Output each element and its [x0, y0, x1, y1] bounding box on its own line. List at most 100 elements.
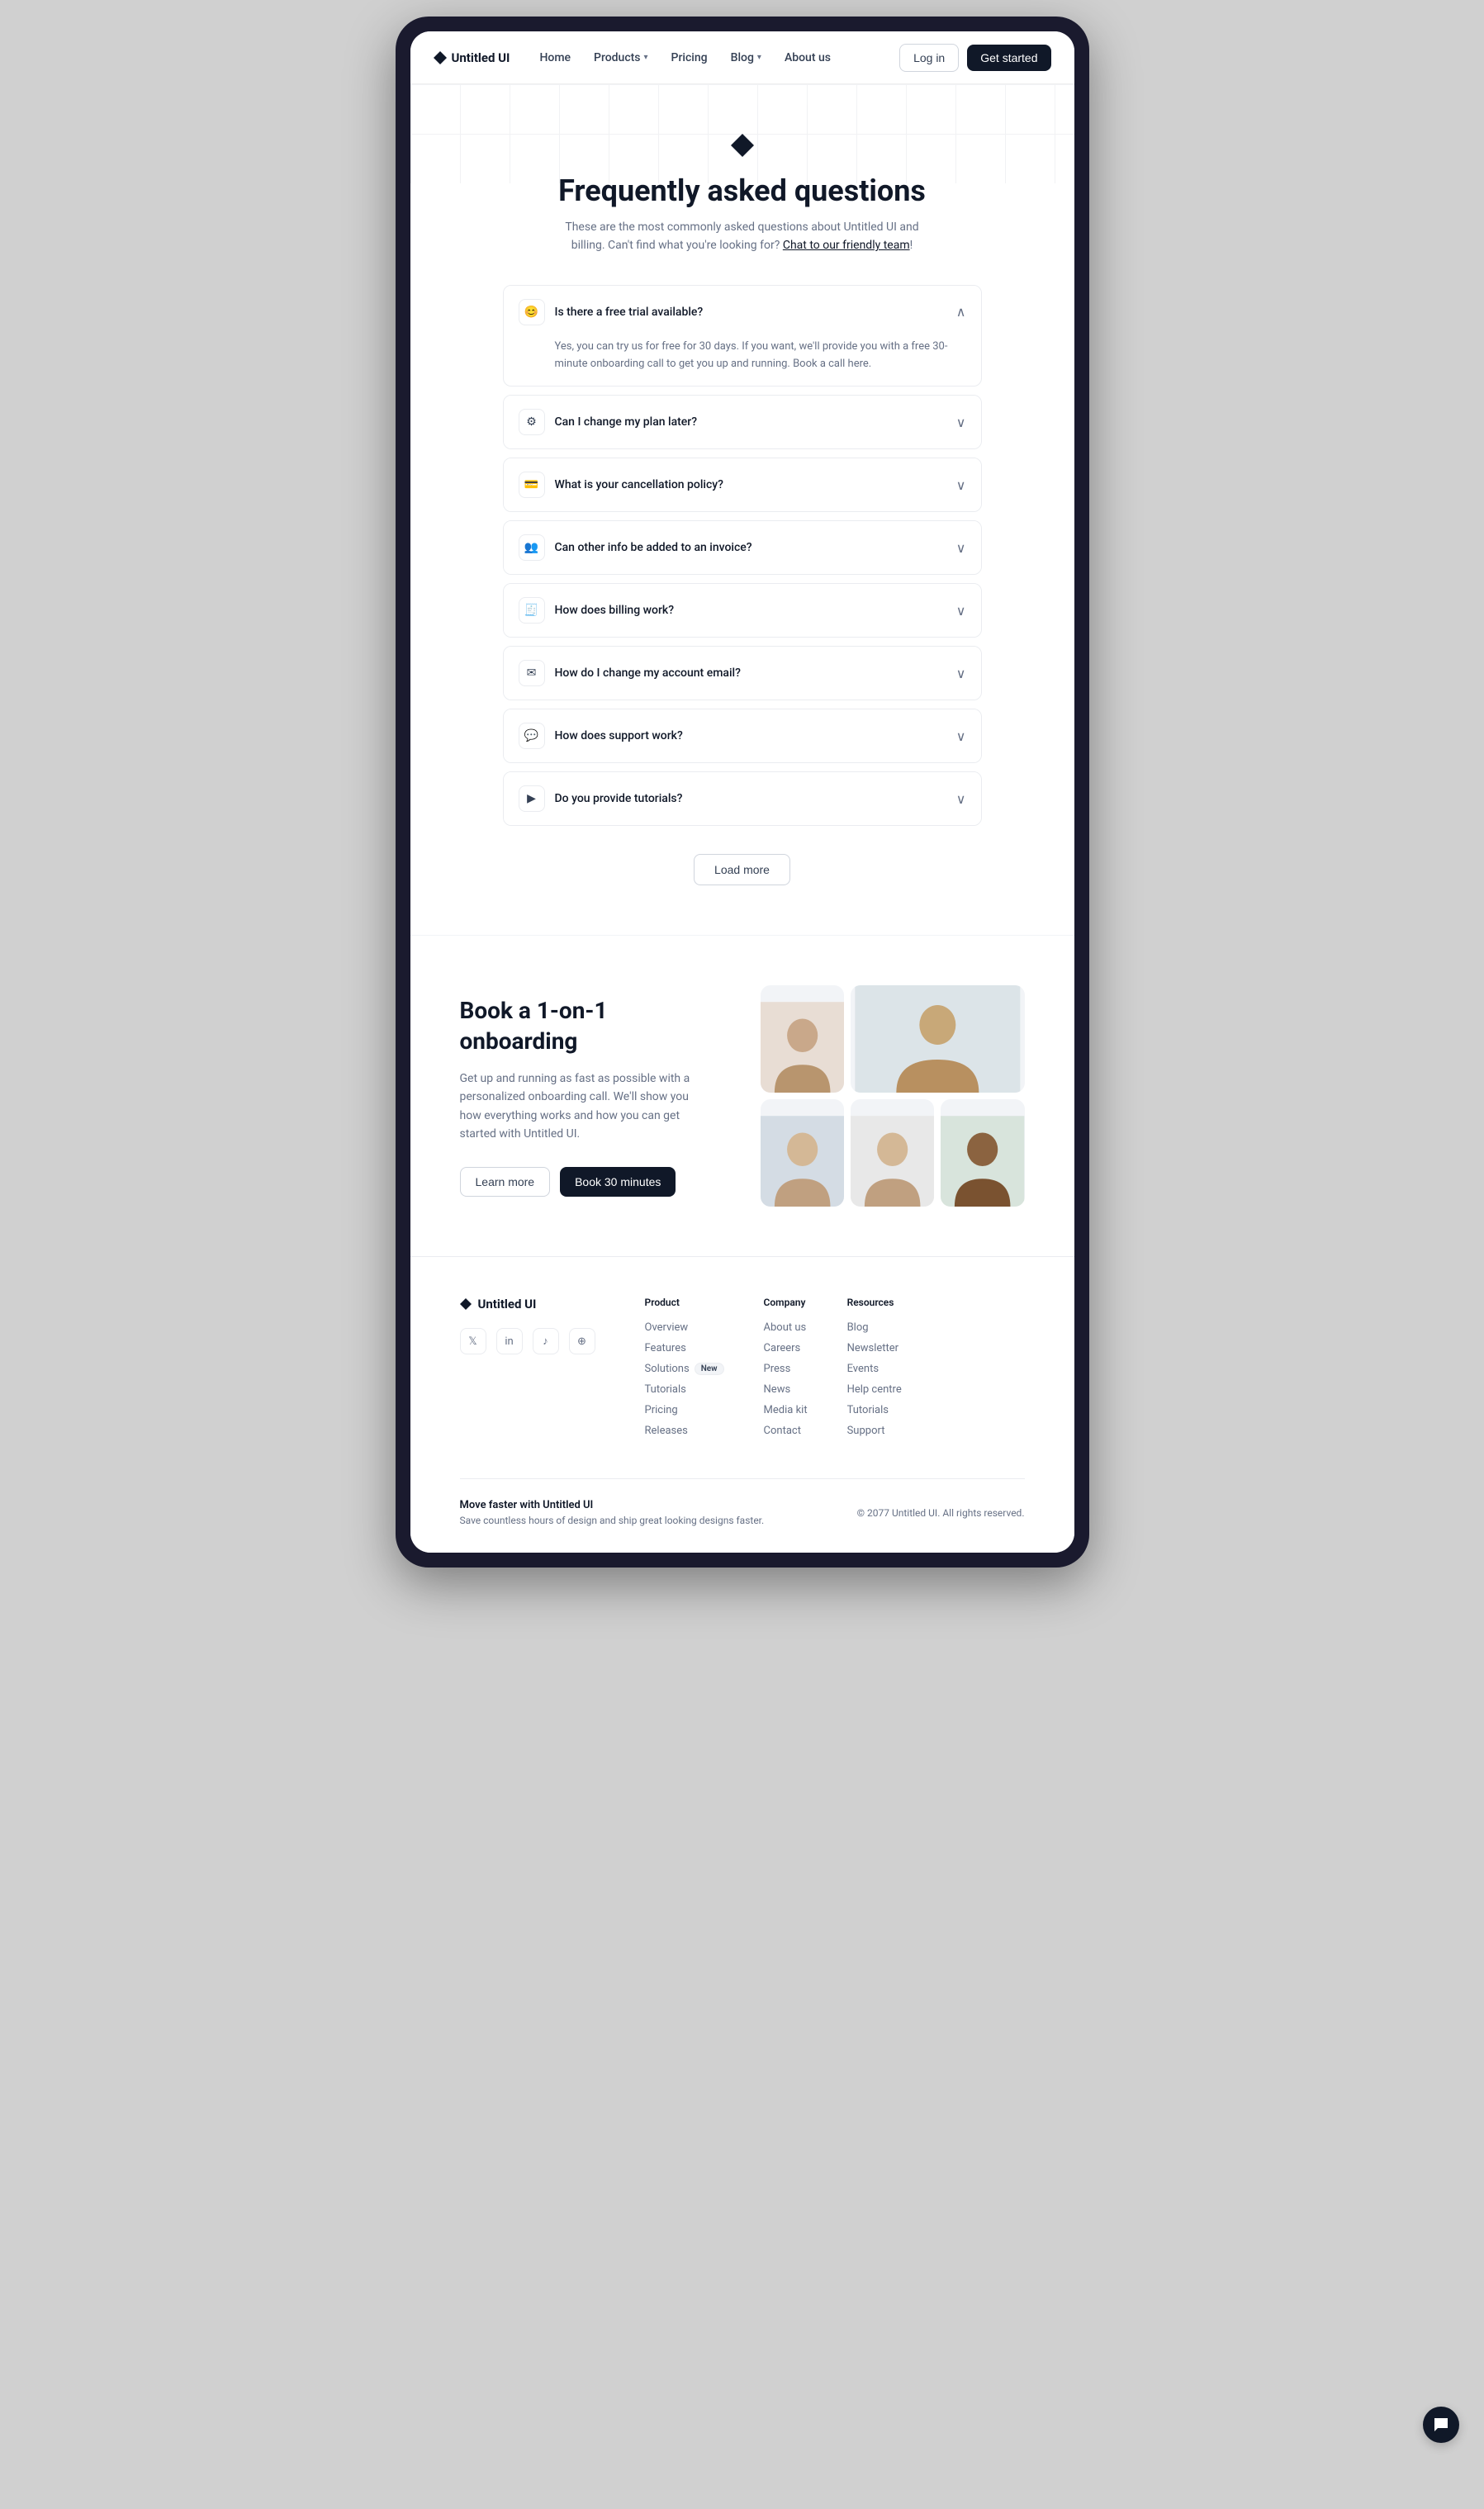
nav-home[interactable]: Home — [529, 45, 581, 71]
onboarding-actions: Learn more Book 30 minutes — [460, 1167, 728, 1197]
footer-link-0-2: Solutions New — [645, 1363, 724, 1375]
footer-link-2-4: Tutorials — [847, 1404, 902, 1416]
linkedin-icon[interactable]: in — [496, 1328, 523, 1354]
device-frame: Untitled UI Home Products ▾ Pricing Blog… — [396, 17, 1089, 1568]
faq-header-5[interactable]: ✉ How do I change my account email? ∨ — [504, 647, 981, 700]
faq-icon-0: 😊 — [519, 299, 545, 325]
footer-logo-diamond-icon — [460, 1298, 472, 1310]
footer-link-anchor-1-3[interactable]: News — [764, 1383, 808, 1396]
faq-header-2[interactable]: 💳 What is your cancellation policy? ∨ — [504, 458, 981, 511]
faq-icon-5: ✉ — [519, 660, 545, 686]
footer-link-anchor-0-4[interactable]: Pricing — [645, 1404, 724, 1416]
faq-question-4: How does billing work? — [555, 604, 946, 617]
faq-item-7: ▶ Do you provide tutorials? ∨ — [503, 771, 982, 826]
faq-icon-3: 👥 — [519, 534, 545, 561]
footer-link-anchor-1-0[interactable]: About us — [764, 1321, 808, 1334]
footer-top: Untitled UI 𝕏 in ♪ ⊕ Product Overview — [460, 1297, 1025, 1445]
footer-link-anchor-2-0[interactable]: Blog — [847, 1321, 902, 1334]
footer: Untitled UI 𝕏 in ♪ ⊕ Product Overview — [410, 1256, 1074, 1553]
faq-header-7[interactable]: ▶ Do you provide tutorials? ∨ — [504, 772, 981, 825]
footer-link-1-2: Press — [764, 1363, 808, 1375]
faq-icon-6: 💬 — [519, 723, 545, 749]
footer-link-1-5: Contact — [764, 1425, 808, 1437]
nav-products[interactable]: Products ▾ — [584, 45, 658, 71]
screen: Untitled UI Home Products ▾ Pricing Blog… — [410, 31, 1074, 1553]
faq-toggle-4: ∨ — [956, 603, 966, 619]
footer-link-0-0: Overview — [645, 1321, 724, 1334]
footer-link-anchor-2-4[interactable]: Tutorials — [847, 1404, 902, 1416]
person-photo-5 — [941, 1099, 1024, 1207]
footer-link-1-3: News — [764, 1383, 808, 1396]
footer-link-1-0: About us — [764, 1321, 808, 1334]
person-photo-4 — [851, 1099, 934, 1207]
footer-copyright: © 2077 Untitled UI. All rights reserved. — [857, 1507, 1025, 1519]
footer-link-anchor-2-3[interactable]: Help centre — [847, 1383, 902, 1396]
login-button[interactable]: Log in — [899, 44, 959, 72]
footer-link-2-0: Blog — [847, 1321, 902, 1334]
footer-tagline-desc: Save countless hours of design and ship … — [460, 1515, 765, 1526]
faq-item-4: 🧾 How does billing work? ∨ — [503, 583, 982, 638]
footer-link-anchor-1-1[interactable]: Careers — [764, 1342, 808, 1354]
person-photo-3 — [761, 1099, 844, 1207]
nav-blog[interactable]: Blog ▾ — [721, 45, 771, 71]
faq-icon-2: 💳 — [519, 472, 545, 498]
footer-link-anchor-0-0[interactable]: Overview — [645, 1321, 724, 1334]
footer-link-anchor-0-5[interactable]: Releases — [645, 1425, 724, 1437]
tiktok-icon[interactable]: ♪ — [533, 1328, 559, 1354]
faq-item-5: ✉ How do I change my account email? ∨ — [503, 646, 982, 700]
footer-link-anchor-0-1[interactable]: Features — [645, 1342, 724, 1354]
faq-toggle-5: ∨ — [956, 666, 966, 681]
faq-header-0[interactable]: 😊 Is there a free trial available? ∧ — [504, 286, 981, 339]
footer-link-anchor-2-1[interactable]: Newsletter — [847, 1342, 902, 1354]
footer-link-anchor-0-2[interactable]: Solutions New — [645, 1363, 724, 1375]
products-chevron-icon: ▾ — [644, 53, 648, 62]
faq-section: Frequently asked questions These are the… — [410, 84, 1074, 935]
load-more-button[interactable]: Load more — [694, 854, 790, 885]
faq-item-1: ⚙ Can I change my plan later? ∨ — [503, 395, 982, 449]
faq-icon-1: ⚙ — [519, 409, 545, 435]
faq-header-6[interactable]: 💬 How does support work? ∨ — [504, 709, 981, 762]
person-photo-1 — [761, 985, 844, 1093]
onboarding-photos — [761, 985, 1025, 1207]
get-started-button[interactable]: Get started — [967, 45, 1050, 71]
footer-col-heading-0: Product — [645, 1297, 724, 1308]
footer-link-anchor-2-5[interactable]: Support — [847, 1425, 902, 1437]
learn-more-button[interactable]: Learn more — [460, 1167, 551, 1197]
faq-item-0: 😊 Is there a free trial available? ∧ Yes… — [503, 285, 982, 387]
person-photo-2 — [851, 985, 1025, 1093]
nav-about[interactable]: About us — [775, 45, 841, 71]
footer-link-anchor-1-5[interactable]: Contact — [764, 1425, 808, 1437]
footer-link-0-3: Tutorials — [645, 1383, 724, 1396]
footer-link-2-2: Events — [847, 1363, 902, 1375]
blog-chevron-icon: ▾ — [757, 53, 761, 62]
footer-logo: Untitled UI — [460, 1297, 595, 1311]
logo-diamond-icon — [434, 51, 447, 64]
onboarding-left: Book a 1-on-1 onboarding Get up and runn… — [460, 996, 728, 1196]
footer-tagline: Move faster with Untitled UI Save countl… — [460, 1499, 765, 1526]
navbar: Untitled UI Home Products ▾ Pricing Blog… — [410, 31, 1074, 84]
footer-link-0-1: Features — [645, 1342, 724, 1354]
book-button[interactable]: Book 30 minutes — [560, 1167, 676, 1197]
footer-link-anchor-0-3[interactable]: Tutorials — [645, 1383, 724, 1396]
footer-logo-text: Untitled UI — [478, 1297, 537, 1311]
faq-header-1[interactable]: ⚙ Can I change my plan later? ∨ — [504, 396, 981, 448]
nav-links: Home Products ▾ Pricing Blog ▾ About us — [529, 45, 899, 71]
nav-logo[interactable]: Untitled UI — [434, 50, 510, 65]
faq-chat-link[interactable]: Chat to our friendly team — [783, 239, 910, 252]
dribbble-icon[interactable]: ⊕ — [569, 1328, 595, 1354]
footer-link-anchor-2-2[interactable]: Events — [847, 1363, 902, 1375]
chat-button[interactable] — [1423, 2407, 1459, 2443]
faq-header-3[interactable]: 👥 Can other info be added to an invoice?… — [504, 521, 981, 574]
twitter-icon[interactable]: 𝕏 — [460, 1328, 486, 1354]
faq-question-2: What is your cancellation policy? — [555, 478, 946, 491]
faq-header-4[interactable]: 🧾 How does billing work? ∨ — [504, 584, 981, 637]
nav-actions: Log in Get started — [899, 44, 1050, 72]
faq-toggle-1: ∨ — [956, 415, 966, 430]
faq-question-0: Is there a free trial available? — [555, 306, 946, 319]
footer-social: 𝕏 in ♪ ⊕ — [460, 1328, 595, 1354]
footer-link-anchor-1-2[interactable]: Press — [764, 1363, 808, 1375]
nav-pricing[interactable]: Pricing — [661, 45, 718, 71]
faq-question-7: Do you provide tutorials? — [555, 792, 946, 805]
footer-link-anchor-1-4[interactable]: Media kit — [764, 1404, 808, 1416]
faq-question-1: Can I change my plan later? — [555, 415, 946, 429]
